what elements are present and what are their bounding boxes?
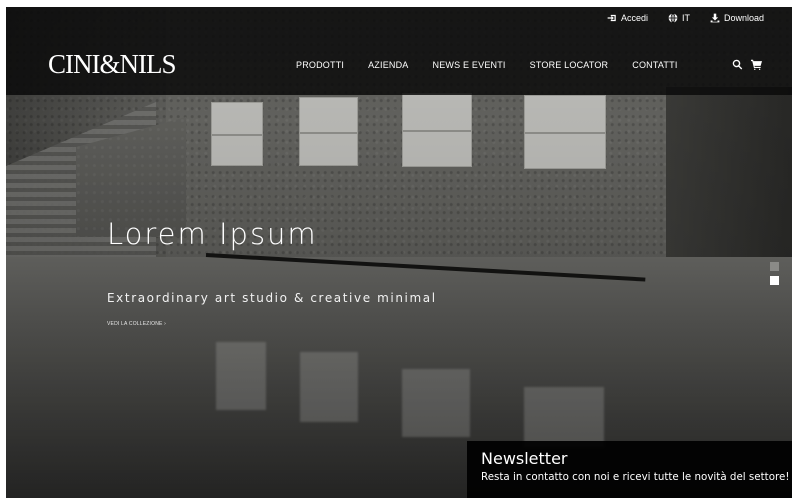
globe-icon (668, 13, 678, 23)
main-navigation: PRODOTTI AZIENDA NEWS E EVENTI STORE LOC… (296, 60, 678, 70)
site-header: Accedi IT Download CINI&NILS PRODOTTI AZ… (6, 7, 792, 95)
top-utility-bar: Accedi IT Download (607, 13, 764, 23)
download-link[interactable]: Download (710, 13, 764, 23)
login-icon (607, 14, 616, 22)
nav-item-contatti[interactable]: CONTATTI (632, 60, 677, 70)
login-link[interactable]: Accedi (607, 13, 648, 23)
nav-item-azienda[interactable]: AZIENDA (368, 60, 408, 70)
view-collection-link[interactable]: VEDI LA COLLEZIONE › (107, 321, 166, 327)
newsletter-title: Newsletter (481, 449, 568, 468)
newsletter-text: Resta in contatto con noi e ricevi tutte… (481, 471, 790, 483)
slider-pagination (770, 262, 779, 285)
download-label: Download (723, 13, 764, 23)
nav-item-news-eventi[interactable]: NEWS E EVENTI (433, 60, 506, 70)
slider-dot-2[interactable] (770, 276, 779, 285)
nav-item-store-locator[interactable]: STORE LOCATOR (530, 60, 609, 70)
cart-icon[interactable] (751, 59, 762, 70)
nav-item-prodotti[interactable]: PRODOTTI (296, 60, 344, 70)
brand-logo[interactable]: CINI&NILS (48, 51, 176, 78)
hero-subtitle: Extraordinary art studio & creative mini… (107, 291, 437, 305)
slider-dot-1[interactable] (770, 262, 779, 271)
login-label: Accedi (620, 13, 648, 23)
hero-title: Lorem Ipsum (107, 217, 318, 251)
language-selector[interactable]: IT (668, 13, 690, 23)
language-label: IT (681, 13, 690, 23)
search-icon[interactable] (732, 59, 743, 70)
newsletter-box[interactable]: Newsletter Resta in contatto con noi e r… (467, 441, 792, 498)
page-frame: Accedi IT Download CINI&NILS PRODOTTI AZ… (6, 7, 792, 498)
download-icon (710, 13, 720, 23)
header-tools (732, 59, 762, 70)
